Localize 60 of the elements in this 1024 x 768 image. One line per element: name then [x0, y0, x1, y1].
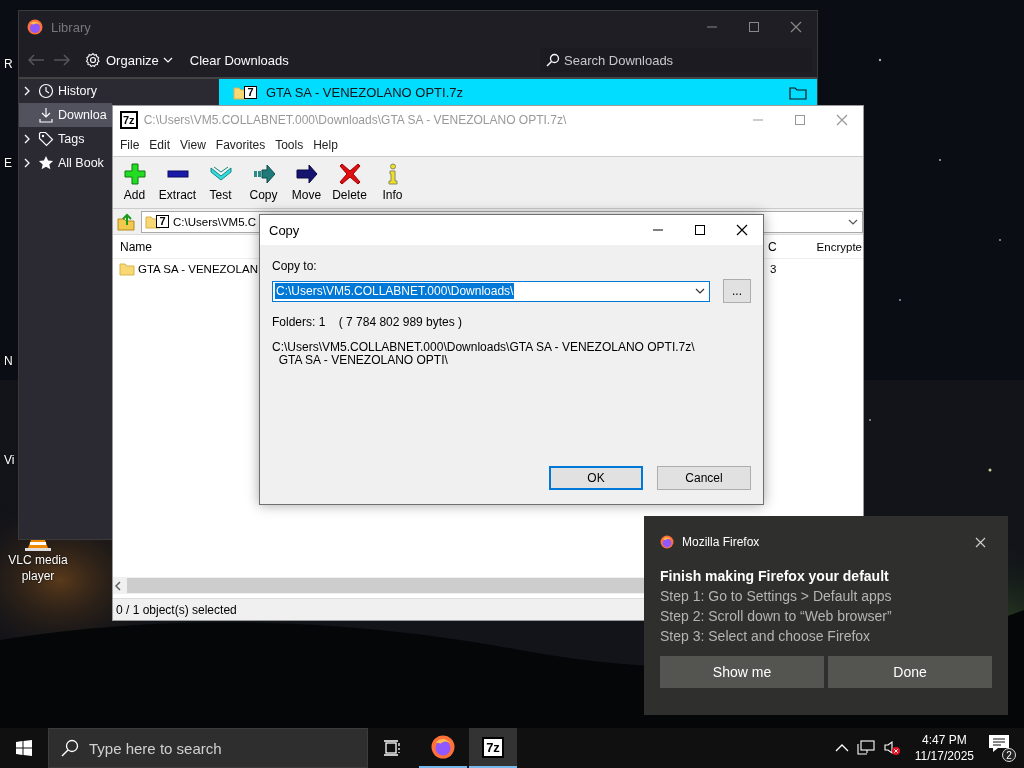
task-view-icon[interactable]: [383, 740, 401, 756]
windows-start-icon[interactable]: [16, 740, 32, 756]
search-icon: [61, 739, 79, 757]
chevron-down-icon: [162, 57, 173, 63]
notification-title: Finish making Firefox your default: [660, 567, 890, 586]
desktop-icon-label[interactable]: VLC media player: [3, 552, 73, 584]
browse-button[interactable]: ...: [723, 279, 751, 303]
destination-field[interactable]: C:\Users\VM5.COLLABNET.000\Downloads\: [272, 280, 710, 302]
chevron-down-icon: [695, 288, 705, 294]
clock-icon: [38, 83, 54, 99]
folder-icon: [119, 262, 135, 276]
chevron-right-icon[interactable]: [23, 134, 31, 144]
speaker-muted-icon[interactable]: [882, 740, 901, 756]
notification-app-name: Mozilla Firefox: [682, 535, 760, 549]
delete-icon: [338, 163, 361, 185]
app-logo: 7z: [120, 111, 138, 129]
folder-icon[interactable]: [789, 85, 807, 100]
desktop-icon-label[interactable]: N: [4, 353, 13, 369]
desktop-icon-label[interactable]: R: [4, 56, 13, 72]
chevron-right-icon[interactable]: [23, 86, 31, 96]
taskbar-search-field[interactable]: Type here to search: [48, 728, 368, 768]
network-icon[interactable]: [856, 740, 875, 756]
ok-button[interactable]: OK: [549, 466, 643, 490]
archive-icon: 7: [244, 86, 257, 99]
archive-icon: 7: [156, 215, 169, 228]
dialog-title: Copy: [269, 222, 300, 238]
desktop-icon-label[interactable]: E: [4, 155, 12, 171]
field-label: Copy to:: [272, 259, 318, 273]
window-title: Library: [51, 19, 91, 35]
clock-time[interactable]: 4:47 PM: [922, 732, 967, 748]
chevron-right-icon[interactable]: [23, 158, 31, 168]
close-icon[interactable]: [736, 224, 748, 236]
firefox-logo-icon: [431, 735, 455, 759]
desktop-icon-label[interactable]: Vi: [4, 452, 15, 468]
arrow-right-icon: [252, 163, 275, 185]
search-icon: [546, 53, 560, 67]
cancel-button[interactable]: Cancel: [657, 466, 751, 490]
chevron-down-icon: [848, 218, 858, 225]
notification-count-badge: 2: [1002, 748, 1016, 762]
taskbar-app-button[interactable]: 7z: [469, 728, 517, 768]
tag-icon: [38, 131, 54, 147]
firefox-logo-icon: [660, 535, 674, 549]
download-icon: [38, 107, 54, 123]
clock-date[interactable]: 11/17/2025: [914, 748, 974, 764]
maximize-icon[interactable]: [694, 224, 706, 236]
arrow-right-icon: [295, 163, 318, 185]
firefox-logo-icon: [27, 19, 43, 35]
chevron-up-icon[interactable]: [834, 744, 849, 752]
table-cell-text: 3: [769, 263, 778, 275]
settings-icon: [85, 52, 101, 68]
star-icon: [38, 155, 54, 171]
summary-text: Folders: 1 ( 7 784 802 989 bytes ): [272, 315, 464, 329]
plus-icon: [123, 163, 146, 185]
done-button[interactable]: Done: [828, 656, 992, 688]
download-name: GTA SA - VENEZOLANO OPTI.7z: [266, 85, 463, 100]
source-path-text: C:\Users\VM5.COLLABNET.000\Downloads\GTA SA - VENEZOLANO OPTI.7z\ GTA SA - VENEZOLANO OPTI\: [272, 341, 696, 367]
traffic-cone-icon[interactable]: [22, 540, 54, 552]
show-me-button[interactable]: Show me: [660, 656, 824, 688]
window-title: C:\Users\VM5.COLLABNET.000\Downloads\GTA SA - VENEZOLANO OPTI.7z\: [143, 113, 567, 127]
notification-text: Step 3: Select and choose Firefox: [660, 627, 872, 646]
